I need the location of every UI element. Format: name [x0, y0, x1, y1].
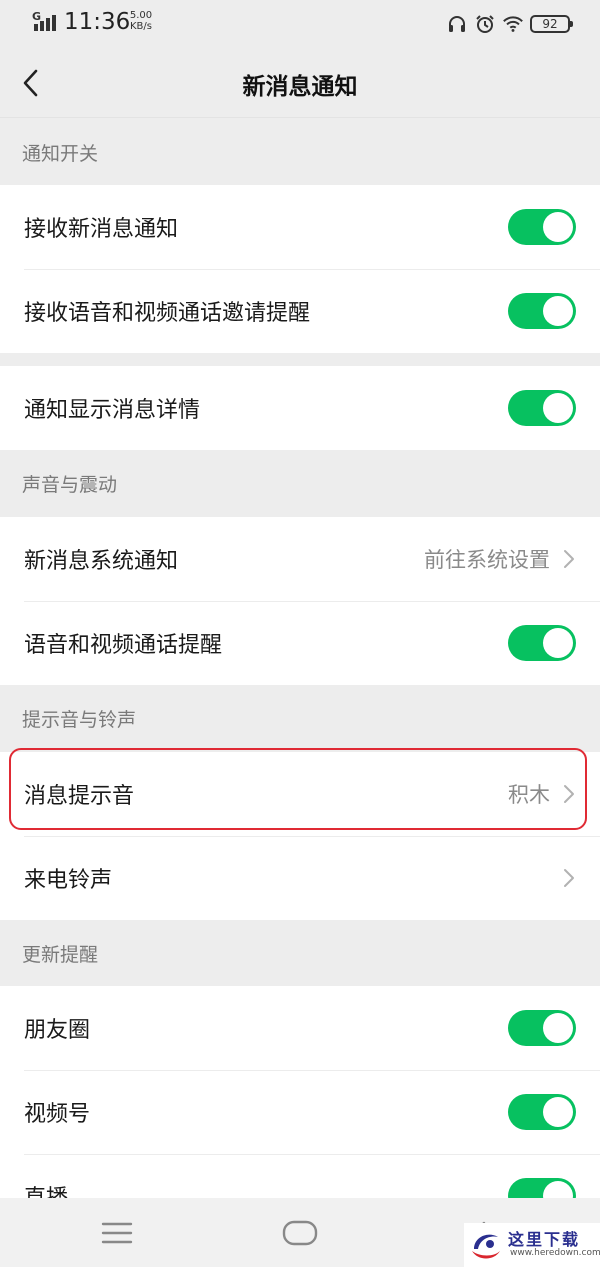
section-header-tones: 提示音与铃声 [22, 709, 137, 731]
row-channels[interactable]: 视频号 [0, 1070, 600, 1154]
row-label: 来电铃声 [24, 868, 113, 893]
page-title: 新消息通知 [242, 74, 358, 100]
wifi-icon [502, 13, 524, 35]
home-icon[interactable] [281, 1216, 319, 1250]
section-header-sound-vibration: 声音与震动 [22, 474, 118, 496]
headset-icon [446, 13, 468, 35]
group-show-details: 通知显示消息详情 [0, 366, 600, 450]
watermark-logo [472, 1234, 500, 1259]
menu-icon[interactable] [98, 1216, 136, 1250]
group-notify-switch: 接收新消息通知 接收语音和视频通话邀请提醒 [0, 185, 600, 353]
row-receive-new-message[interactable]: 接收新消息通知 [0, 185, 600, 269]
toggle-switch[interactable] [508, 293, 576, 329]
network-speed-value: 5.00 [129, 10, 153, 21]
status-bar: G 11:36 5.00 KB/s 92 [0, 0, 600, 50]
row-ringtone[interactable]: 来电铃声 [0, 836, 600, 920]
network-speed: 5.00 KB/s [126, 10, 156, 32]
row-label: 视频号 [24, 1102, 91, 1127]
row-label: 接收新消息通知 [24, 217, 179, 242]
row-label: 语音和视频通话提醒 [24, 633, 223, 658]
chevron-right-icon [562, 548, 576, 570]
battery-icon: 92 [530, 15, 573, 33]
group-sound-vibration: 新消息系统通知 前往系统设置 语音和视频通话提醒 [0, 517, 600, 685]
chevron-right-icon [562, 867, 576, 889]
row-label: 新消息系统通知 [24, 549, 179, 574]
toggle-switch[interactable] [508, 1010, 576, 1046]
section-header-notify-switch: 通知开关 [22, 142, 99, 165]
alarm-icon [474, 13, 496, 35]
watermark-title: 这里下载 [508, 1230, 581, 1249]
row-moments[interactable]: 朋友圈 [0, 986, 600, 1070]
highlight-box [9, 748, 587, 830]
toggle-switch[interactable] [508, 390, 576, 426]
toggle-switch[interactable] [508, 625, 576, 661]
row-call-reminder[interactable]: 语音和视频通话提醒 [0, 601, 600, 685]
toggle-switch[interactable] [508, 209, 576, 245]
toggle-switch[interactable] [508, 1094, 576, 1130]
status-time: 11:36 [64, 9, 131, 35]
title-bar: 新消息通知 [0, 50, 600, 118]
section-header-updates: 更新提醒 [22, 943, 99, 966]
row-label: 接收语音和视频通话邀请提醒 [24, 301, 311, 326]
network-speed-unit: KB/s [130, 21, 152, 32]
row-system-notification[interactable]: 新消息系统通知 前往系统设置 [0, 517, 600, 601]
row-value: 前往系统设置 [424, 548, 550, 572]
row-receive-call-invite[interactable]: 接收语音和视频通话邀请提醒 [0, 269, 600, 353]
row-label: 通知显示消息详情 [24, 398, 201, 423]
signal-icon: G [30, 10, 58, 34]
watermark-url: www.heredown.com [510, 1248, 600, 1258]
watermark: 这里下载 www.heredown.com [464, 1223, 600, 1267]
row-label: 朋友圈 [24, 1018, 91, 1043]
row-show-message-details[interactable]: 通知显示消息详情 [0, 366, 600, 450]
